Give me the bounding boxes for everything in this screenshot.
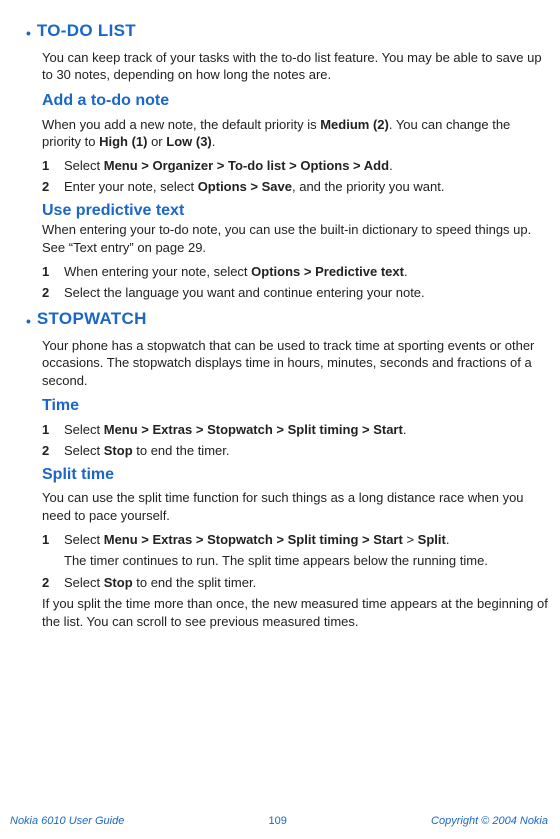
t: Split xyxy=(418,532,446,547)
step-text: Select Menu > Extras > Stopwatch > Split… xyxy=(64,421,550,439)
split-tail: If you split the time more than once, th… xyxy=(42,595,550,630)
step-text: Select Menu > Organizer > To-do list > O… xyxy=(64,157,550,175)
t: Select xyxy=(64,532,104,547)
t: . xyxy=(446,532,450,547)
bullet-icon: • xyxy=(26,314,31,328)
t: . xyxy=(403,422,407,437)
t: or xyxy=(147,134,166,149)
t: Enter your note, select xyxy=(64,179,198,194)
section-title-todo: TO-DO LIST xyxy=(37,20,136,43)
t: Select xyxy=(64,443,104,458)
t: Menu > Extras > Stopwatch > Split timing… xyxy=(104,422,403,437)
section-stopwatch-header: • STOPWATCH xyxy=(26,308,550,331)
t: to end the split timer. xyxy=(133,575,257,590)
step-text: When entering your note, select Options … xyxy=(64,263,550,281)
bullet-icon: • xyxy=(26,26,31,40)
step-number: 2 xyxy=(42,284,64,302)
step-number: 2 xyxy=(42,574,64,592)
t: Menu > Extras > Stopwatch > Split timing… xyxy=(104,532,403,547)
todo-intro: You can keep track of your tasks with th… xyxy=(42,49,550,84)
add-step2: 2 Enter your note, select Options > Save… xyxy=(42,178,550,196)
section-todo-header: • TO-DO LIST xyxy=(26,20,550,43)
step-number: 1 xyxy=(42,263,64,281)
page-footer: Nokia 6010 User Guide 109 Copyright © 20… xyxy=(0,814,554,829)
footer-page: 109 xyxy=(269,814,287,829)
pred-step1: 1 When entering your note, select Option… xyxy=(42,263,550,281)
t: Select xyxy=(64,422,104,437)
sub-pred-title: Use predictive text xyxy=(42,200,550,222)
t: When you add a new note, the default pri… xyxy=(42,117,320,132)
sub-split-title: Split time xyxy=(42,464,550,486)
t: Medium (2) xyxy=(320,117,389,132)
pred-intro: When entering your to-do note, you can u… xyxy=(42,221,550,256)
t: Stop xyxy=(104,443,133,458)
step-text: Select Menu > Extras > Stopwatch > Split… xyxy=(64,531,550,549)
t: Menu > Organizer > To-do list > Options … xyxy=(104,158,389,173)
step-text: Select Stop to end the timer. xyxy=(64,442,550,460)
sub-time-title: Time xyxy=(42,395,550,417)
step-number: 1 xyxy=(42,157,64,175)
step-text: Select the language you want and continu… xyxy=(64,284,550,302)
sub-add-title: Add a to-do note xyxy=(42,90,550,112)
t: Low (3) xyxy=(166,134,212,149)
add-para: When you add a new note, the default pri… xyxy=(42,116,550,151)
t: High (1) xyxy=(99,134,147,149)
t: , and the priority you want. xyxy=(292,179,444,194)
t: . xyxy=(212,134,216,149)
step-text: Enter your note, select Options > Save, … xyxy=(64,178,550,196)
step-number: 1 xyxy=(42,531,64,549)
t: When entering your note, select xyxy=(64,264,251,279)
t: to end the timer. xyxy=(133,443,230,458)
split-step1: 1 Select Menu > Extras > Stopwatch > Spl… xyxy=(42,531,550,549)
step-number: 2 xyxy=(42,442,64,460)
split-intro: You can use the split time function for … xyxy=(42,489,550,524)
footer-right: Copyright © 2004 Nokia xyxy=(431,814,548,829)
t: . xyxy=(389,158,393,173)
step-text: Select Stop to end the split timer. xyxy=(64,574,550,592)
step-number: 1 xyxy=(42,421,64,439)
t: Select xyxy=(64,158,104,173)
time-step1: 1 Select Menu > Extras > Stopwatch > Spl… xyxy=(42,421,550,439)
t: Options > Predictive text xyxy=(251,264,404,279)
split-note: The timer continues to run. The split ti… xyxy=(64,552,550,570)
t: Select xyxy=(64,575,104,590)
pred-step2: 2 Select the language you want and conti… xyxy=(42,284,550,302)
t: > xyxy=(403,532,418,547)
split-step2: 2 Select Stop to end the split timer. xyxy=(42,574,550,592)
footer-left: Nokia 6010 User Guide xyxy=(10,814,124,829)
section-title-stopwatch: STOPWATCH xyxy=(37,308,147,331)
stop-intro: Your phone has a stopwatch that can be u… xyxy=(42,337,550,390)
step-number: 2 xyxy=(42,178,64,196)
t: . xyxy=(404,264,408,279)
t: Options > Save xyxy=(198,179,292,194)
add-step1: 1 Select Menu > Organizer > To-do list >… xyxy=(42,157,550,175)
t: Stop xyxy=(104,575,133,590)
time-step2: 2 Select Stop to end the timer. xyxy=(42,442,550,460)
